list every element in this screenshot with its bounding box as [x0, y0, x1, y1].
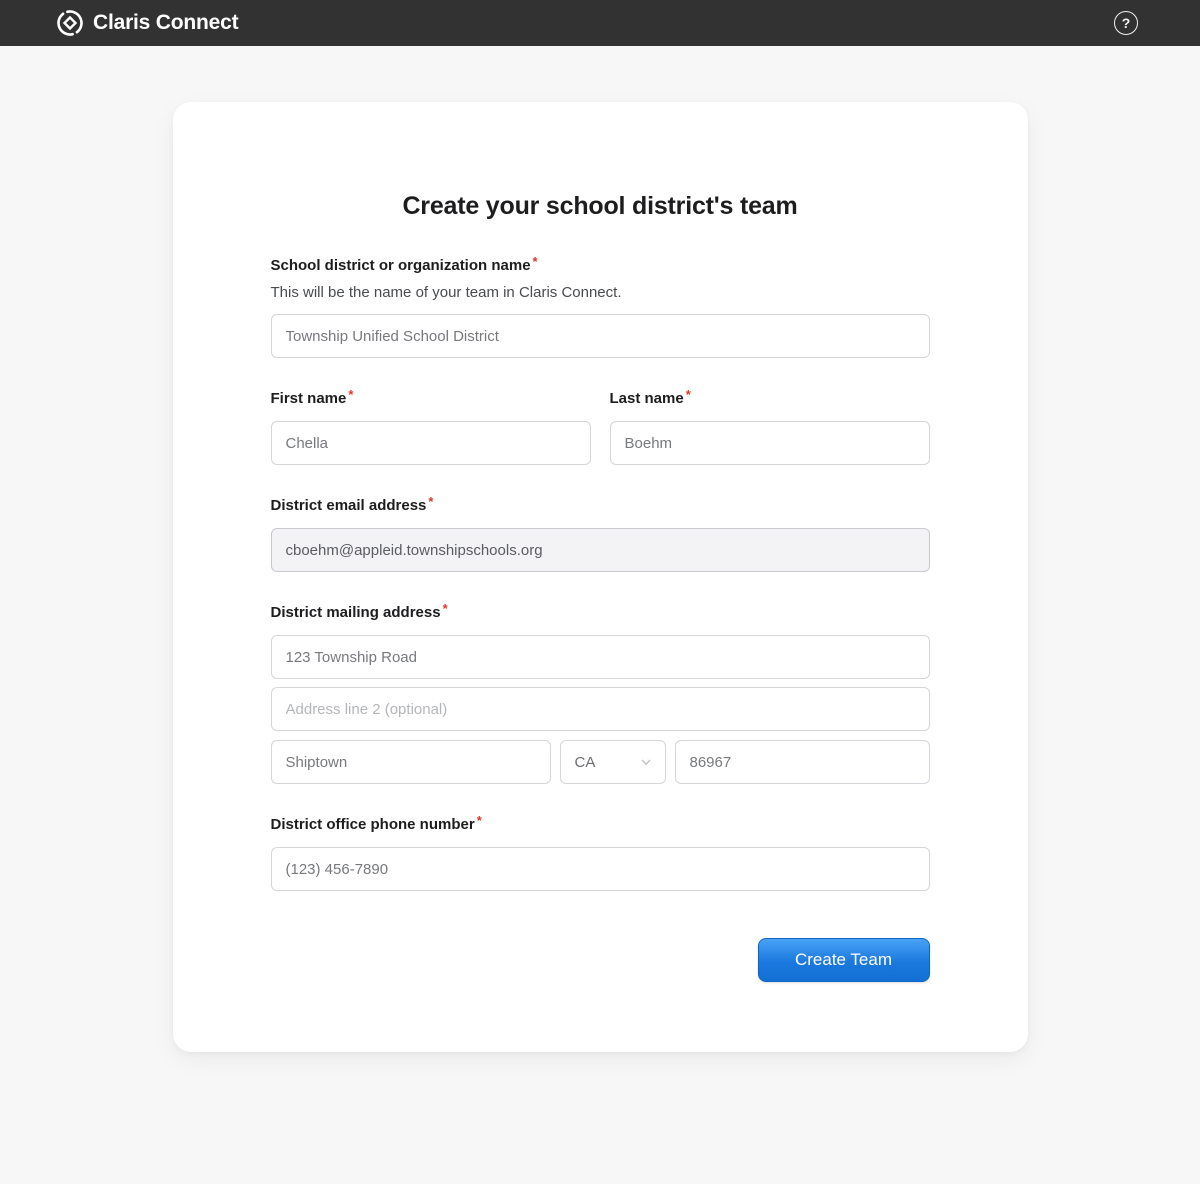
first-name-input[interactable] [271, 421, 591, 465]
claris-logo-icon [56, 9, 84, 37]
address-line2-input[interactable] [271, 687, 930, 731]
name-row: First name* Last name* [271, 390, 930, 465]
brand[interactable]: Claris Connect [56, 9, 238, 37]
org-field: School district or organization name* Th… [271, 257, 930, 358]
button-row: Create Team [271, 938, 930, 982]
required-asterisk: * [428, 494, 433, 509]
help-button[interactable]: ? [1114, 11, 1138, 35]
email-input[interactable] [271, 528, 930, 572]
city-state-zip-row: CA [271, 740, 930, 784]
city-input[interactable] [271, 740, 551, 784]
phone-input[interactable] [271, 847, 930, 891]
brand-name: Claris Connect [93, 11, 238, 35]
required-asterisk: * [443, 601, 448, 616]
first-name-field: First name* [271, 390, 591, 465]
required-asterisk: * [686, 387, 691, 402]
org-label: School district or organization name [271, 257, 531, 274]
zip-input[interactable] [675, 740, 930, 784]
last-name-field: Last name* [610, 390, 930, 465]
create-team-button[interactable]: Create Team [758, 938, 930, 982]
create-team-card: Create your school district's team Schoo… [173, 102, 1028, 1052]
state-select[interactable]: CA [560, 740, 666, 784]
page-title: Create your school district's team [271, 192, 930, 221]
mailing-label: District mailing address [271, 604, 441, 621]
org-helper-text: This will be the name of your team in Cl… [271, 284, 930, 301]
top-bar: Claris Connect ? [0, 0, 1200, 46]
state-select-value: CA [575, 754, 596, 771]
help-icon: ? [1122, 15, 1131, 31]
last-name-label: Last name [610, 390, 684, 407]
address-line1-input[interactable] [271, 635, 930, 679]
mailing-address-field: District mailing address* CA [271, 604, 930, 784]
phone-label: District office phone number [271, 816, 475, 833]
chevron-down-icon [639, 755, 653, 769]
required-asterisk: * [348, 387, 353, 402]
email-label: District email address [271, 497, 427, 514]
phone-field: District office phone number* [271, 816, 930, 891]
required-asterisk: * [533, 254, 538, 269]
last-name-input[interactable] [610, 421, 930, 465]
required-asterisk: * [477, 813, 482, 828]
email-field: District email address* [271, 497, 930, 572]
org-name-input[interactable] [271, 314, 930, 358]
first-name-label: First name [271, 390, 347, 407]
page-body: Create your school district's team Schoo… [0, 46, 1200, 1184]
